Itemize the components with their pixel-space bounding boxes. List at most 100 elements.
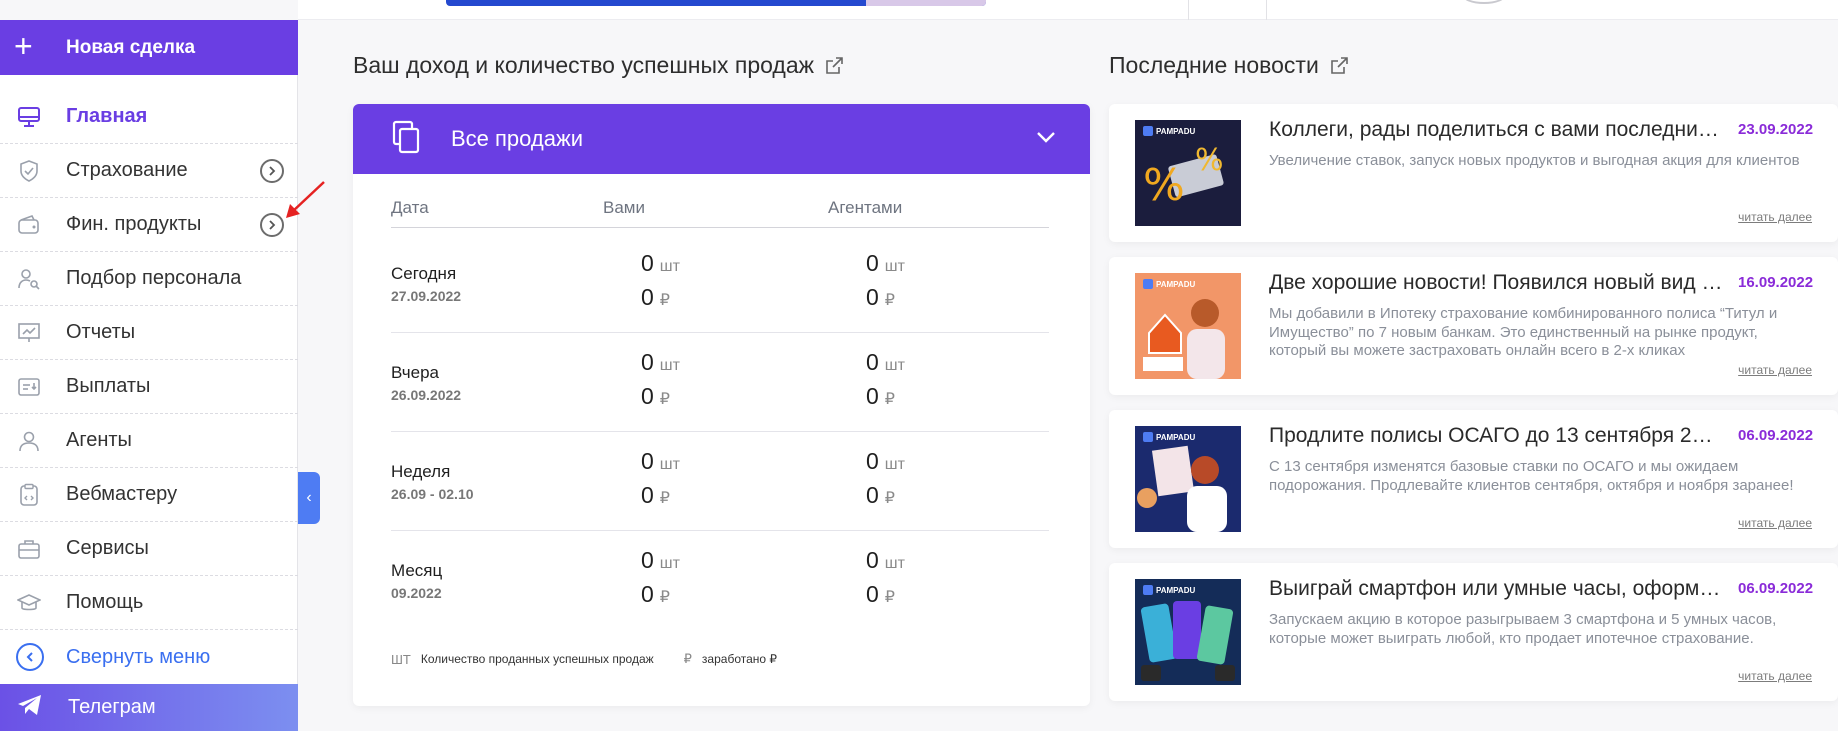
news-item[interactable]: PAMPADU Две хорошие новости! Появился но… bbox=[1109, 257, 1838, 395]
agents-sum: 0 ₽ bbox=[866, 284, 895, 311]
user-icon bbox=[16, 428, 42, 454]
avatar[interactable] bbox=[1462, 0, 1506, 4]
unit-label: ₽ bbox=[659, 391, 670, 408]
monitor-icon bbox=[16, 104, 42, 130]
unit-label: шт bbox=[884, 456, 905, 473]
payments-icon bbox=[16, 374, 42, 400]
new-deal-label: Новая сделка bbox=[66, 36, 196, 58]
read-more-link[interactable]: читать далее bbox=[1738, 669, 1812, 683]
sidebar-toggle-button[interactable]: ‹ bbox=[298, 472, 320, 524]
unit-label: шт bbox=[659, 456, 680, 473]
value-number: 0 bbox=[866, 448, 879, 474]
unit-label: ₽ bbox=[884, 490, 895, 507]
news-date: 23.09.2022 bbox=[1738, 121, 1814, 138]
news-item[interactable]: PAMPADU Выиграй смартфон или умные часы,… bbox=[1109, 563, 1838, 701]
svg-text:%: % bbox=[1143, 160, 1185, 211]
legend-text: заработано ₽ bbox=[701, 652, 778, 666]
news-title[interactable]: Две хорошие новости! Появился новый вид … bbox=[1269, 271, 1724, 295]
value-number: 0 bbox=[866, 547, 879, 573]
top-divider bbox=[1188, 0, 1189, 20]
news-item[interactable]: PAMPADU %% Коллеги, рады поделиться с ва… bbox=[1109, 104, 1838, 242]
news-thumbnail: PAMPADU bbox=[1135, 579, 1241, 685]
clipboard-code-icon bbox=[16, 482, 42, 508]
news-title[interactable]: Выиграй смартфон или умные часы, оформив… bbox=[1269, 577, 1724, 601]
value-number: 0 bbox=[641, 383, 654, 409]
read-more-link[interactable]: читать далее bbox=[1738, 210, 1812, 224]
column-header: Дата bbox=[391, 198, 429, 217]
pampadu-logo: PAMPADU bbox=[1143, 279, 1195, 289]
sales-card: Все продажи Дата Вами Агентами Сегодня 2… bbox=[353, 104, 1090, 706]
table-row: Вчера 26.09.2022 0 шт 0 ₽ 0 шт 0 ₽ bbox=[391, 333, 1049, 432]
value-number: 0 bbox=[641, 250, 654, 276]
chevron-left-icon bbox=[16, 643, 44, 671]
sales-filter-dropdown[interactable]: Все продажи bbox=[353, 104, 1090, 174]
sales-filter-label: Все продажи bbox=[451, 126, 583, 151]
copy-icon bbox=[391, 120, 421, 159]
presentation-chart-icon bbox=[16, 320, 42, 346]
value-number: 0 bbox=[641, 349, 654, 375]
read-more-link[interactable]: читать далее bbox=[1738, 516, 1812, 530]
new-deal-button[interactable]: + Новая сделка bbox=[0, 20, 298, 75]
pampadu-logo: PAMPADU bbox=[1143, 126, 1195, 136]
news-thumbnail: PAMPADU %% bbox=[1135, 120, 1241, 226]
sidebar-item-label: Вебмастеру bbox=[66, 483, 178, 505]
read-more-link[interactable]: читать далее bbox=[1738, 363, 1812, 377]
sidebar-item-help[interactable]: Помощь bbox=[0, 576, 298, 630]
sidebar-item-home[interactable]: Главная bbox=[0, 90, 298, 144]
main-menu: Главная Страхование Фин. продукты Подбор… bbox=[0, 90, 298, 684]
news-date: 06.09.2022 bbox=[1738, 580, 1814, 597]
sidebar-item-label: Главная bbox=[66, 105, 148, 127]
unit-label: ₽ bbox=[659, 589, 670, 606]
external-link-icon[interactable] bbox=[824, 56, 844, 76]
value-number: 0 bbox=[866, 482, 879, 508]
unit-label: шт bbox=[659, 555, 680, 572]
news-thumbnail: PAMPADU bbox=[1135, 426, 1241, 532]
news-item[interactable]: PAMPADU Продлите полисы ОСАГО до 13 сент… bbox=[1109, 410, 1838, 548]
plus-icon: + bbox=[14, 28, 33, 64]
sidebar-item-agents[interactable]: Агенты bbox=[0, 414, 298, 468]
unit-label: шт bbox=[659, 357, 680, 374]
chevron-down-icon bbox=[1036, 130, 1056, 149]
news-section-title: Последние новости bbox=[1109, 52, 1349, 79]
self-count: 0 шт bbox=[641, 250, 680, 277]
column-header: Вами bbox=[603, 198, 645, 217]
pampadu-logo: PAMPADU bbox=[1143, 432, 1195, 442]
self-sum: 0 ₽ bbox=[641, 482, 670, 509]
agents-count: 0 шт bbox=[866, 448, 905, 475]
legend-symbol: ₽ bbox=[683, 651, 692, 666]
column-header: Агентами bbox=[828, 198, 903, 217]
external-link-icon[interactable] bbox=[1329, 56, 1349, 76]
self-sum: 0 ₽ bbox=[641, 581, 670, 608]
wallet-icon bbox=[16, 212, 42, 238]
income-title-text: Ваш доход и количество успешных продаж bbox=[353, 52, 815, 78]
sidebar-item-payments[interactable]: Выплаты bbox=[0, 360, 298, 414]
promo-banner-edge[interactable] bbox=[446, 0, 986, 6]
sidebar-item-label: Подбор персонала bbox=[66, 267, 242, 289]
period-date: 27.09.2022 bbox=[391, 288, 462, 304]
sales-table-header: Дата Вами Агентами bbox=[391, 198, 1049, 228]
value-number: 0 bbox=[866, 250, 879, 276]
collapse-menu-button[interactable]: Свернуть меню bbox=[0, 630, 298, 684]
telegram-button[interactable]: Телеграм bbox=[0, 684, 298, 731]
self-sum: 0 ₽ bbox=[641, 383, 670, 410]
agents-sum: 0 ₽ bbox=[866, 383, 895, 410]
sales-legend: ШТ Количество проданных успешных продаж … bbox=[391, 651, 777, 667]
sidebar-item-fin-products[interactable]: Фин. продукты bbox=[0, 198, 298, 252]
agents-count: 0 шт bbox=[866, 349, 905, 376]
news-title[interactable]: Коллеги, рады поделиться с вами последни… bbox=[1269, 118, 1724, 142]
sidebar-item-recruitment[interactable]: Подбор персонала bbox=[0, 252, 298, 306]
news-text: С 13 сентября изменятся базовые ставки п… bbox=[1269, 458, 1794, 494]
value-number: 0 bbox=[866, 349, 879, 375]
sidebar-item-reports[interactable]: Отчеты bbox=[0, 306, 298, 360]
value-number: 0 bbox=[866, 383, 879, 409]
top-divider bbox=[1266, 0, 1267, 20]
sidebar-item-webmaster[interactable]: Вебмастеру bbox=[0, 468, 298, 522]
unit-label: ₽ bbox=[659, 292, 670, 309]
telegram-icon bbox=[16, 693, 44, 722]
unit-label: шт bbox=[884, 555, 905, 572]
sidebar-item-services[interactable]: Сервисы bbox=[0, 522, 298, 576]
news-title[interactable]: Продлите полисы ОСАГО до 13 сентября 202… bbox=[1269, 424, 1724, 448]
unit-label: шт bbox=[659, 258, 680, 275]
svg-text:%: % bbox=[1195, 143, 1224, 178]
sidebar-item-insurance[interactable]: Страхование bbox=[0, 144, 298, 198]
